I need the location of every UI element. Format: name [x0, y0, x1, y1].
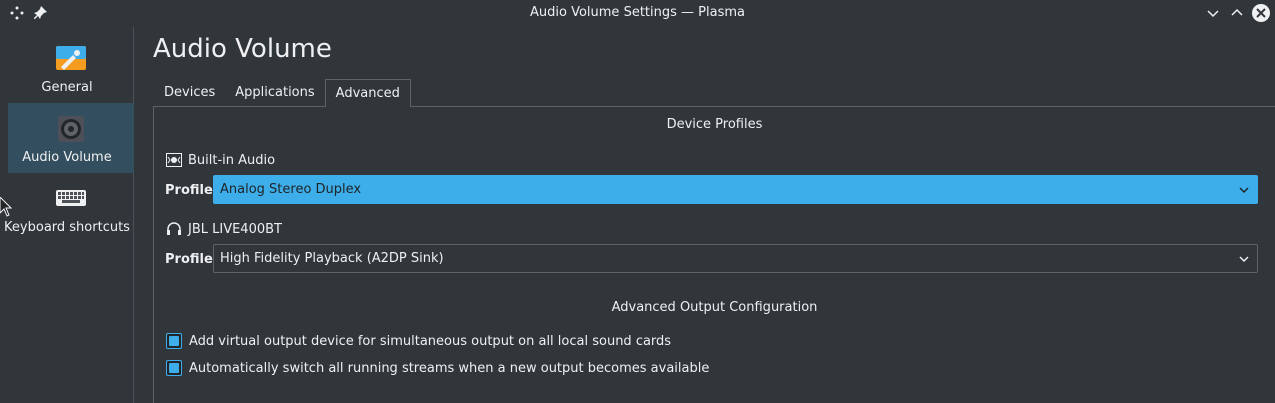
tab-advanced[interactable]: Advanced: [324, 79, 411, 107]
device-name: JBL LIVE400BT: [188, 221, 282, 237]
sidebar: General Audio Volume Keyboard shortcuts: [0, 27, 134, 403]
tab-bar: Devices Applications Advanced: [154, 79, 411, 107]
sidebar-item-label: General: [41, 80, 93, 95]
checkbox[interactable]: [166, 333, 182, 349]
keyboard-icon: [55, 183, 87, 215]
device-name: Built-in Audio: [188, 152, 276, 168]
advanced-output-heading: Advanced Output Configuration: [611, 300, 818, 315]
option-virtual-output-device[interactable]: Add virtual output device for simultaneo…: [166, 332, 671, 350]
checkbox[interactable]: [166, 360, 182, 376]
tab-applications[interactable]: Applications: [225, 79, 324, 107]
advanced-panel: Device Profiles Built-in Audio Profile: …: [153, 106, 1275, 403]
option-auto-switch-streams[interactable]: Automatically switch all running streams…: [166, 359, 709, 377]
chevron-down-icon: [1239, 187, 1249, 194]
checkbox-label: Automatically switch all running streams…: [189, 360, 710, 376]
sidebar-item-audio-volume[interactable]: Audio Volume: [8, 103, 134, 173]
profile-value: High Fidelity Playback (A2DP Sink): [220, 251, 444, 266]
sidebar-item-label: Audio Volume: [22, 150, 112, 165]
window-titlebar[interactable]: Audio Volume Settings — Plasma: [0, 0, 1275, 27]
sidebar-item-keyboard-shortcuts[interactable]: Keyboard shortcuts: [4, 173, 134, 243]
chevron-down-icon: [1239, 256, 1249, 263]
sound-card-icon: [166, 153, 182, 167]
maximize-icon[interactable]: [1228, 4, 1246, 22]
device-label-jbl-live400bt: JBL LIVE400BT: [166, 220, 282, 238]
general-icon: [55, 43, 87, 75]
profile-select-built-in-audio[interactable]: Analog Stereo Duplex: [213, 175, 1258, 204]
close-icon[interactable]: [1252, 4, 1270, 22]
headphones-icon: [167, 222, 181, 235]
sidebar-item-general[interactable]: General: [8, 33, 134, 103]
mouse-cursor-icon: [0, 197, 12, 217]
speaker-icon: [55, 113, 87, 145]
minimize-icon[interactable]: [1204, 4, 1222, 22]
tab-devices[interactable]: Devices: [154, 79, 225, 107]
page-title: Audio Volume: [153, 34, 332, 64]
sidebar-item-label: Keyboard shortcuts: [4, 220, 130, 235]
profile-value: Analog Stereo Duplex: [220, 182, 362, 197]
profile-label: Profile:: [165, 183, 218, 198]
profile-select-jbl-live400bt[interactable]: High Fidelity Playback (A2DP Sink): [213, 244, 1258, 273]
checkbox-label: Add virtual output device for simultaneo…: [189, 333, 672, 349]
window-title: Audio Volume Settings — Plasma: [530, 5, 745, 20]
device-label-built-in-audio: Built-in Audio: [166, 151, 275, 169]
device-profiles-heading: Device Profiles: [666, 117, 763, 132]
profile-label: Profile:: [165, 252, 218, 267]
